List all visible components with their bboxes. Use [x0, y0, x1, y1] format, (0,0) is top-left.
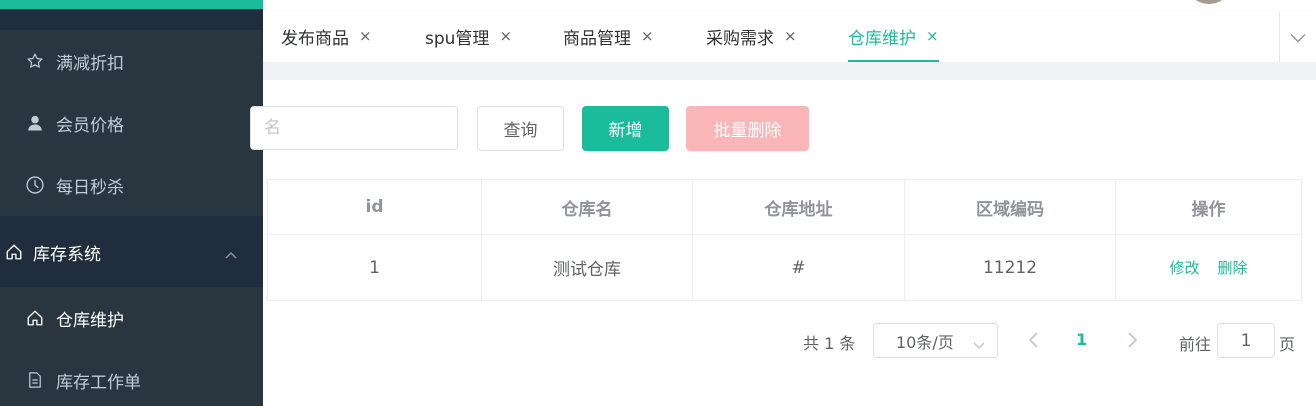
- column-header-actions: 操作: [1191, 199, 1226, 220]
- sidebar-item-label: 库存工作单: [56, 372, 141, 393]
- sidebar-group-inventory-system[interactable]: 库存系统: [0, 221, 263, 283]
- page-suffix: 页: [1279, 335, 1296, 354]
- page-size-select[interactable]: 10条/页: [873, 323, 998, 358]
- table-row: 1 测试仓库 # 11212 修改 删除: [268, 235, 1301, 300]
- close-icon[interactable]: ×: [359, 27, 372, 45]
- edit-link[interactable]: 修改: [1169, 257, 1199, 278]
- batch-delete-button[interactable]: 批量删除: [686, 106, 809, 151]
- close-icon[interactable]: ×: [641, 27, 654, 45]
- sidebar-item-label: 每日秒杀: [56, 177, 124, 198]
- cell-id: 1: [268, 235, 482, 300]
- cell-area-code: 11212: [905, 235, 1116, 300]
- tab-spu-management[interactable]: spu管理 ×: [425, 12, 512, 60]
- chevron-down-icon: [973, 335, 985, 354]
- close-icon[interactable]: ×: [784, 27, 797, 45]
- tab-label: 发布商品: [281, 28, 349, 49]
- star-icon: [25, 51, 45, 71]
- sidebar: 满减折扣 会员价格 每日秒杀 库存系统 仓库维护 库存工作单: [0, 0, 263, 406]
- close-icon[interactable]: ×: [499, 27, 512, 45]
- sidebar-item-inventory-work-order[interactable]: 库存工作单: [0, 349, 263, 406]
- tab-label: 商品管理: [563, 28, 631, 49]
- sidebar-item-label: 满减折扣: [56, 53, 124, 74]
- page-size-value: 10条/页: [896, 332, 954, 352]
- column-header-id[interactable]: id: [268, 180, 482, 234]
- page-number-current[interactable]: 1: [1076, 330, 1087, 349]
- sidebar-accent-bar: [0, 0, 263, 9]
- tab-label: 采购需求: [706, 28, 774, 49]
- chevron-down-icon: [1290, 28, 1306, 47]
- home-icon: [25, 308, 45, 328]
- tab-label: 仓库维护: [848, 28, 916, 49]
- cell-warehouse-name: 测试仓库: [482, 235, 693, 300]
- content-divider: [263, 62, 1316, 80]
- goto-page-input[interactable]: [1217, 323, 1275, 358]
- tab-warehouse-maintenance[interactable]: 仓库维护 ×: [848, 12, 939, 62]
- cell-actions: 修改 删除: [1116, 235, 1301, 300]
- tab-publish-product[interactable]: 发布商品 ×: [281, 12, 372, 60]
- user-icon: [25, 113, 45, 133]
- document-icon: [25, 370, 45, 390]
- sidebar-item-warehouse-maintenance[interactable]: 仓库维护: [0, 287, 263, 349]
- tab-purchase-demand[interactable]: 采购需求 ×: [706, 12, 797, 60]
- cell-warehouse-address: #: [693, 235, 905, 300]
- home-icon: [4, 242, 24, 262]
- tabs-bar: 发布商品 × spu管理 × 商品管理 × 采购需求 × 仓库维护 ×: [263, 12, 1316, 62]
- sidebar-item-label: 仓库维护: [56, 310, 124, 331]
- pagination-total: 共 1 条: [803, 334, 856, 353]
- sidebar-item-daily-flash-sale[interactable]: 每日秒杀: [0, 154, 263, 216]
- add-button[interactable]: 新增: [582, 106, 669, 151]
- sidebar-item-member-price[interactable]: 会员价格: [0, 92, 263, 154]
- column-header-warehouse-name[interactable]: 仓库名: [482, 180, 693, 234]
- column-header-area-code[interactable]: 区域编码: [905, 180, 1116, 234]
- goto-label: 前往: [1179, 335, 1212, 354]
- delete-link[interactable]: 删除: [1218, 257, 1248, 278]
- search-input[interactable]: [250, 106, 458, 150]
- close-icon[interactable]: ×: [926, 27, 939, 45]
- prev-page-button[interactable]: [1026, 330, 1042, 354]
- next-page-button[interactable]: [1124, 330, 1140, 354]
- sidebar-item-full-reduction-discount[interactable]: 满减折扣: [0, 30, 263, 92]
- column-header-warehouse-address[interactable]: 仓库地址: [693, 180, 905, 234]
- tab-label: spu管理: [425, 28, 490, 49]
- query-button[interactable]: 查询: [477, 106, 564, 151]
- tab-product-management[interactable]: 商品管理 ×: [563, 12, 654, 60]
- sidebar-item-label: 会员价格: [56, 115, 124, 136]
- table-header-row: id 仓库名 仓库地址 区域编码 操作: [268, 180, 1301, 235]
- sidebar-group-label: 库存系统: [33, 244, 101, 265]
- warehouse-table: id 仓库名 仓库地址 区域编码 操作 1 测试仓库 # 11212 修改 删除: [267, 179, 1302, 301]
- tabs-dropdown-button[interactable]: [1279, 12, 1316, 62]
- chevron-up-icon: [225, 244, 237, 264]
- clock-icon: [25, 175, 45, 195]
- header-strip: [263, 0, 1316, 12]
